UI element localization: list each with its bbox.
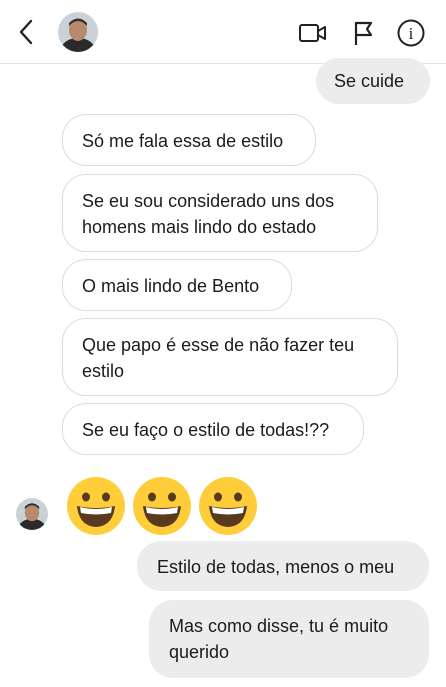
message-received[interactable]: Só me fala essa de estilo: [62, 114, 316, 166]
message-received[interactable]: O mais lindo de Bento: [62, 259, 292, 311]
report-button[interactable]: [346, 16, 380, 50]
sender-avatar[interactable]: [16, 498, 48, 530]
info-button[interactable]: i: [394, 16, 428, 50]
contact-avatar[interactable]: [58, 12, 98, 52]
back-button[interactable]: [12, 16, 40, 48]
message-received[interactable]: Se eu sou considerado uns dos homens mai…: [62, 174, 378, 252]
message-text: Estilo de todas, menos o meu: [157, 557, 395, 577]
flag-icon: [354, 21, 373, 45]
message-line: querido: [169, 642, 230, 662]
video-camera-icon: [299, 24, 326, 42]
video-call-button[interactable]: [296, 16, 330, 50]
conversation-header: i: [0, 0, 446, 64]
message-line: Mas como disse, tu é muito: [169, 616, 389, 636]
chevron-left-icon: [19, 19, 33, 45]
message-sent[interactable]: Se cuide: [316, 58, 430, 104]
svg-text:i: i: [409, 24, 414, 43]
grinning-face-emoji[interactable]: [132, 476, 192, 536]
info-icon: i: [397, 19, 425, 47]
message-text: Se eu faço o estilo de todas!??: [82, 420, 330, 440]
message-line: homens mais lindo do estado: [82, 217, 317, 237]
message-sent[interactable]: Estilo de todas, menos o meu: [137, 541, 429, 591]
message-text: Só me fala essa de estilo: [82, 131, 284, 151]
message-text: Se cuide: [334, 71, 405, 91]
grinning-face-emoji[interactable]: [198, 476, 258, 536]
message-text: O mais lindo de Bento: [82, 276, 260, 296]
message-received[interactable]: Que papo é esse de não fazer teu estilo: [62, 318, 398, 396]
message-line: Que papo é esse de não fazer teu: [82, 335, 355, 355]
message-received[interactable]: Se eu faço o estilo de todas!??: [62, 403, 364, 455]
grinning-face-emoji[interactable]: [66, 476, 126, 536]
message-line: estilo: [82, 361, 125, 381]
message-line: Se eu sou considerado uns dos: [82, 191, 335, 211]
message-sent[interactable]: Mas como disse, tu é muito querido: [149, 600, 429, 678]
